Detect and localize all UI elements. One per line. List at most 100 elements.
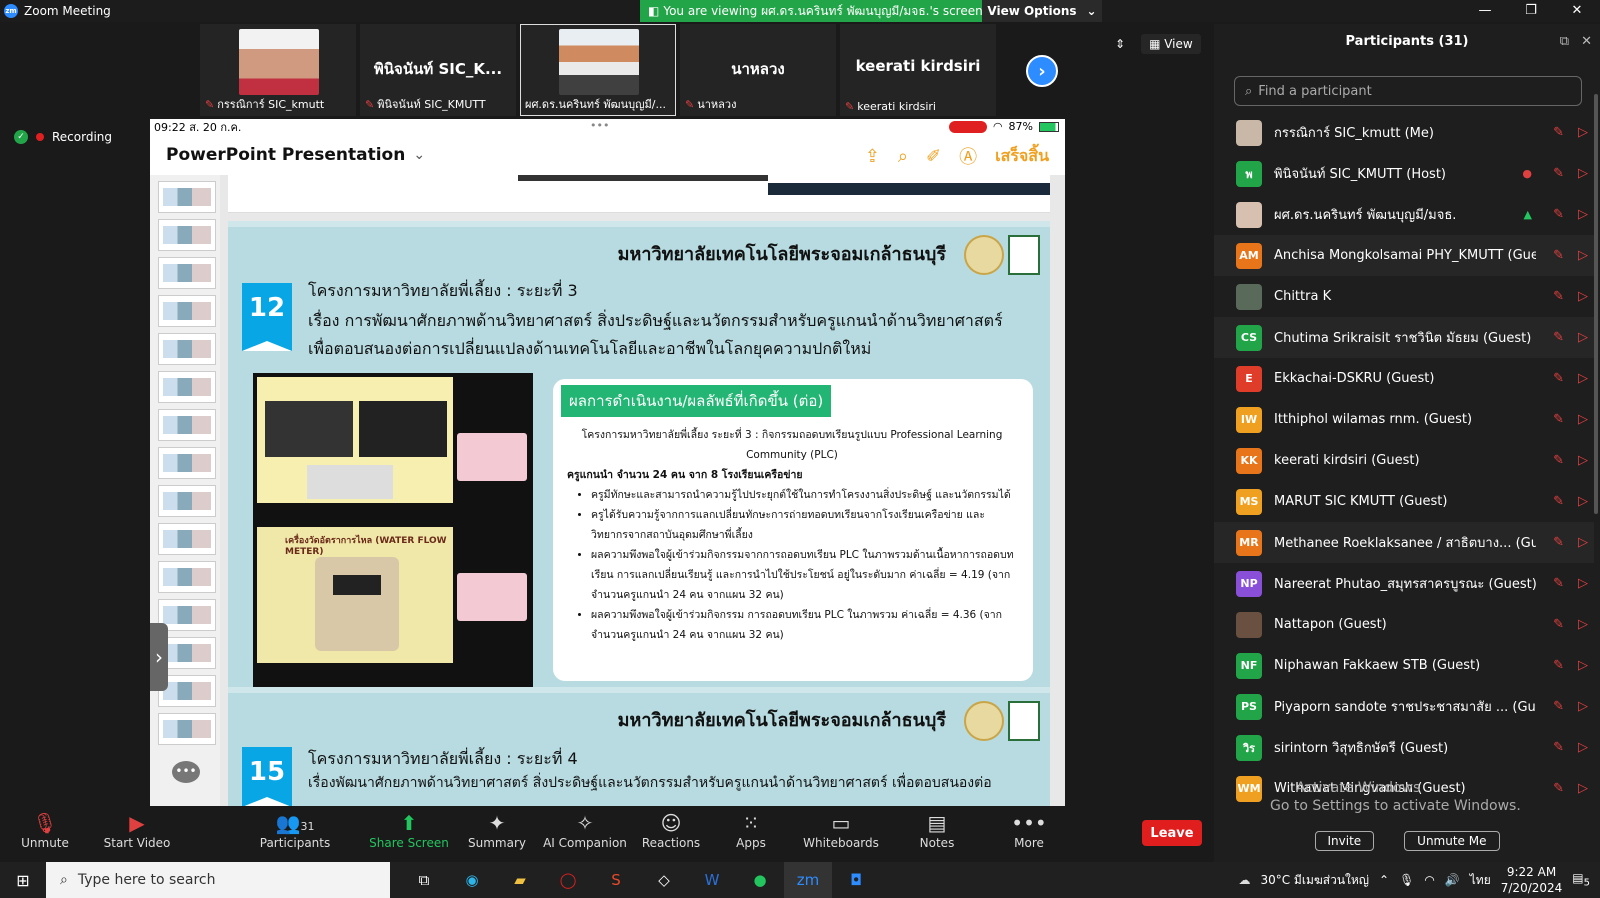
slide-thumbnail[interactable] [158, 561, 216, 593]
close-icon[interactable]: ✕ [1581, 34, 1592, 49]
mic-muted-icon[interactable]: ✎ [1553, 699, 1564, 714]
slide-thumbnail[interactable] [158, 409, 216, 441]
mic-muted-icon[interactable]: ✎ [1553, 248, 1564, 263]
recording-indicator[interactable]: ✓ Recording [14, 130, 112, 144]
video-off-icon[interactable]: ▷ [1578, 781, 1588, 796]
video-off-icon[interactable]: ▷ [1578, 207, 1588, 222]
participant-row[interactable]: กรรณิการ์ SIC_kmutt (Me) ✎ ▷ [1214, 112, 1594, 153]
notification-icon[interactable]: ▤5 [1572, 871, 1590, 888]
ai-companion-button[interactable]: ✧ AI Companion [540, 810, 630, 850]
mic-muted-icon[interactable]: ✎ [1553, 576, 1564, 591]
video-off-icon[interactable]: ▷ [1578, 248, 1588, 263]
slide-thumbnail[interactable] [158, 523, 216, 555]
mic-muted-icon[interactable]: ✎ [1553, 125, 1564, 140]
participant-row[interactable]: KK keerati kirdsiri (Guest) ✎ ▷ [1214, 440, 1594, 481]
restore-icon[interactable]: ❐ [1508, 0, 1554, 22]
video-tile[interactable]: keerati kirdsiri ✎ keerati kirdsiri [840, 24, 996, 116]
participant-row[interactable]: NP Nareerat Phutao_สมุทรสาครบูรณะ (Guest)… [1214, 563, 1594, 604]
mic-muted-icon[interactable]: ✎ [1553, 371, 1564, 386]
slide-thumbnail[interactable] [158, 295, 216, 327]
more-options-icon[interactable]: ••• [172, 761, 200, 783]
minimize-icon[interactable]: — [1462, 0, 1508, 22]
mic-muted-icon[interactable]: ✎ [1553, 453, 1564, 468]
participant-row[interactable]: PS Piyaporn sandote ราชประชาสมาสัย ... (G… [1214, 686, 1594, 727]
search-icon[interactable]: ⌕ [898, 146, 908, 167]
share-icon[interactable]: ⇪ [865, 146, 880, 167]
slide-thumbnail[interactable] [158, 181, 216, 213]
video-off-icon[interactable]: ▷ [1578, 289, 1588, 304]
mic-muted-icon[interactable]: ✎ [1553, 494, 1564, 509]
participant-row[interactable]: MS MARUT SIC KMUTT (Guest) ✎ ▷ [1214, 481, 1594, 522]
participant-row[interactable]: วิร sirintorn วิสุทธิกษัตรี (Guest) ✎ ▷ [1214, 727, 1594, 768]
scrollbar[interactable] [1594, 94, 1598, 514]
video-off-icon[interactable]: ▷ [1578, 617, 1588, 632]
slide-thumbnail[interactable] [158, 257, 216, 289]
reactions-button[interactable]: ☺ Reactions [626, 810, 716, 850]
document-title[interactable]: PowerPoint Presentation [166, 145, 405, 165]
mic-muted-icon[interactable]: ✎ [1553, 207, 1564, 222]
mic-muted-icon[interactable]: ✎ [1553, 289, 1564, 304]
windows-start-icon[interactable]: ⊞ [0, 871, 46, 890]
opera-icon[interactable]: ◯ [544, 862, 592, 898]
video-off-icon[interactable]: ▷ [1578, 371, 1588, 386]
clock[interactable]: 9:22 AM 7/20/2024 [1501, 864, 1563, 896]
video-off-icon[interactable]: ▷ [1578, 494, 1588, 509]
share-screen-button[interactable]: ⬆ Share Screen [364, 810, 454, 850]
mic-icon[interactable]: 🎙 [1399, 873, 1414, 887]
pen-icon[interactable]: ✐ [926, 146, 941, 167]
video-off-icon[interactable]: ▷ [1578, 535, 1588, 550]
mic-muted-icon[interactable]: ✎ [1553, 617, 1564, 632]
video-tile[interactable]: พินิจนันท์ SIC_K... ✎ พินิจนันท์ SIC_KMUT… [360, 24, 516, 116]
participant-row[interactable]: IW Itthiphol wilamas rnm. (Guest) ✎ ▷ [1214, 399, 1594, 440]
file-explorer-icon[interactable]: ▰ [496, 862, 544, 898]
video-off-icon[interactable]: ▷ [1578, 166, 1588, 181]
volume-icon[interactable]: 🔊 [1445, 873, 1460, 887]
video-off-icon[interactable]: ▷ [1578, 330, 1588, 345]
unmute-button[interactable]: 🎙 Unmute [0, 810, 90, 850]
app-s-icon[interactable]: S [592, 862, 640, 898]
mic-muted-icon[interactable]: ✎ [1553, 412, 1564, 427]
chevron-up-icon[interactable]: ⌃ [1379, 873, 1389, 887]
wifi-icon[interactable]: ◠ [1424, 873, 1434, 887]
slide-thumbnail[interactable] [158, 333, 216, 365]
participant-row[interactable]: E Ekkachai-DSKRU (Guest) ✎ ▷ [1214, 358, 1594, 399]
taskbar-search-input[interactable]: ⌕ Type here to search [46, 862, 390, 898]
invite-button[interactable]: Invite [1314, 831, 1375, 851]
video-tile-active[interactable]: ผศ.ดร.นครินทร์ พัฒนบุญมี/... [520, 24, 676, 116]
leave-button[interactable]: Leave [1142, 820, 1202, 846]
participant-row[interactable]: AM Anchisa Mongkolsamai PHY_KMUTT (Guest)… [1214, 235, 1594, 276]
camera-app-icon[interactable]: ◘ [832, 862, 880, 898]
line-icon[interactable]: ● [736, 862, 784, 898]
start-video-button[interactable]: ▶ Start Video [92, 810, 182, 850]
whiteboards-button[interactable]: ▭ Whiteboards [796, 810, 886, 850]
mic-muted-icon[interactable]: ✎ [1553, 330, 1564, 345]
mic-muted-icon[interactable]: ✎ [1553, 535, 1564, 550]
more-button[interactable]: ••• More [984, 810, 1074, 850]
summary-button[interactable]: ✦ Summary [452, 810, 542, 850]
video-off-icon[interactable]: ▷ [1578, 453, 1588, 468]
video-off-icon[interactable]: ▷ [1578, 412, 1588, 427]
zoom-taskbar-icon[interactable]: zm [784, 862, 832, 898]
participant-row[interactable]: NF Niphawan Fakkaew STB (Guest) ✎ ▷ [1214, 645, 1594, 686]
participants-button[interactable]: 👥31 Participants [250, 810, 340, 850]
view-options-button[interactable]: View Options ⌄ [982, 0, 1102, 22]
slide-thumbnail[interactable] [158, 485, 216, 517]
video-off-icon[interactable]: ▷ [1578, 699, 1588, 714]
notes-button[interactable]: ▤ Notes [892, 810, 982, 850]
participant-row[interactable]: Nattapon (Guest) ✎ ▷ [1214, 604, 1594, 645]
video-off-icon[interactable]: ▷ [1578, 576, 1588, 591]
chevron-down-icon[interactable]: ⌄ [413, 147, 425, 163]
unmute-me-button[interactable]: Unmute Me [1404, 831, 1500, 851]
participant-search-input[interactable]: ⌕ Find a participant [1234, 76, 1582, 106]
slide-thumbnail[interactable] [158, 447, 216, 479]
video-tile[interactable]: นาหลวง ✎ นาหลวง [680, 24, 836, 116]
participant-row[interactable]: ผศ.ดร.นครินทร์ พัฒนบุญมี/มจธ. ▲ ✎ ▷ [1214, 194, 1594, 235]
participant-row[interactable]: MR Methanee Roeklaksanee / สาธิตบาง... (G… [1214, 522, 1594, 563]
slide-thumbnail[interactable] [158, 371, 216, 403]
slide-thumbnail[interactable] [158, 713, 216, 745]
apps-button[interactable]: ⁙ Apps [706, 810, 796, 850]
view-button[interactable]: ▦ View [1141, 34, 1201, 54]
participant-row[interactable]: CS Chutima Srikraisit ราชวินิต มัธยม (Gue… [1214, 317, 1594, 358]
hide-video-icon[interactable]: ⇕ [1115, 37, 1125, 51]
mic-muted-icon[interactable]: ✎ [1553, 781, 1564, 796]
